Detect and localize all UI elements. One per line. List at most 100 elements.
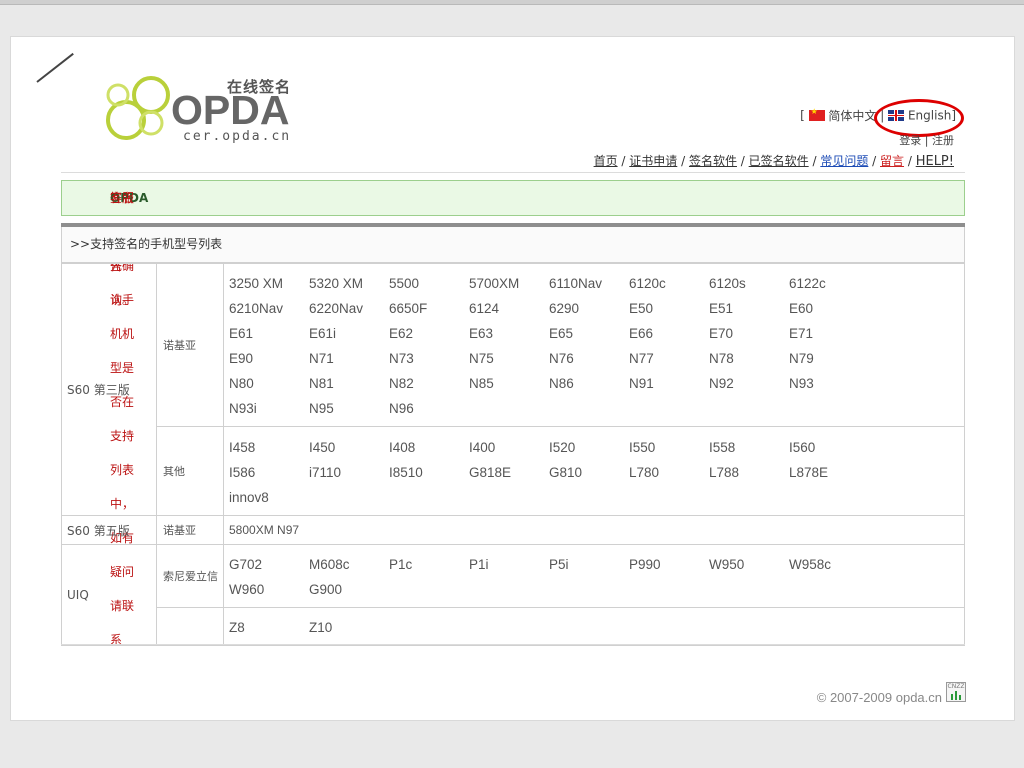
table-row: Z8 Z10: [62, 607, 965, 646]
model-name: N95: [309, 401, 334, 416]
model-name: P990: [629, 557, 661, 572]
table-row: UIQ 索尼爱立信 G702 M608c P1c P1i P5i P990 W950 W958…: [61, 544, 965, 646]
models-cell: I458 I450 I408 I400 I520 I550 I558 I560 I586 i711…: [223, 426, 965, 516]
register-link[interactable]: 注册: [932, 134, 954, 147]
nav-help[interactable]: HELP!: [916, 154, 954, 169]
model-name: 6650F: [389, 301, 428, 316]
series-cell: UIQ: [61, 544, 157, 646]
opda-logo[interactable]: 在线签名 OPDA cer.opda.cn: [99, 73, 314, 144]
model-name: E61i: [309, 326, 337, 341]
model-name: N96: [389, 401, 414, 416]
model-name: N80: [229, 376, 254, 391]
category-cell: 诺基亚: [156, 515, 224, 545]
model-name: 6124: [469, 301, 500, 316]
model-name: G900: [309, 582, 343, 597]
models-cell: 3250 XM 5320 XM 5500 5700XM 6110Nav 6120c 6120…: [223, 263, 965, 427]
model-name: N71: [309, 351, 334, 366]
supported-models-table: S60 第三版 诺基亚 3250 XM 5320 XM 5500 5700XM 6110…: [61, 263, 965, 646]
model-name: Z8: [229, 620, 245, 635]
model-name: E63: [469, 326, 494, 341]
model-name: L788: [709, 464, 740, 480]
model-name: W960: [229, 582, 265, 597]
model-name: i7110: [309, 464, 342, 480]
counter-label: CNZZ: [947, 683, 965, 690]
model-name: 3250 XM: [229, 276, 284, 291]
category-cell: 诺基亚: [156, 263, 224, 427]
model-name: I400: [469, 439, 496, 455]
model-name: 5320 XM: [309, 276, 364, 291]
model-name: E60: [789, 301, 814, 316]
nav-certificate[interactable]: 证书申请: [629, 154, 677, 168]
model-name: W958c: [789, 557, 832, 572]
model-name: N91: [629, 376, 654, 391]
model-name: I550: [629, 439, 656, 455]
model-name: innov8: [229, 489, 269, 505]
model-name: W950: [709, 557, 745, 572]
copyright: © 2007-2009 opda.cn: [816, 690, 942, 705]
model-name: I560: [789, 439, 816, 455]
model-name: P1c: [389, 557, 413, 572]
model-name: M608c: [309, 557, 350, 572]
model-name: N77: [629, 351, 654, 366]
model-grid: 3250 XM 5320 XM 5500 5700XM 6110Nav 6120c 6120…: [229, 271, 869, 421]
model-name: N78: [709, 351, 734, 366]
model-name: N86: [549, 376, 574, 391]
model-name: N81: [309, 376, 334, 391]
model-name: P5i: [549, 557, 569, 572]
model-name: G702: [229, 557, 263, 572]
logo-circles-icon: [106, 76, 170, 140]
model-name: N75: [469, 351, 494, 366]
model-name: E51: [709, 301, 734, 316]
model-name: I458: [229, 439, 256, 455]
nav-message[interactable]: 留言: [880, 154, 904, 168]
lang-chinese-link[interactable]: 简体中文: [828, 109, 876, 123]
model-name: I408: [389, 439, 416, 455]
model-name: I8510: [389, 464, 423, 480]
model-name: Z10: [309, 620, 333, 635]
window-top-edge: [0, 0, 1024, 5]
model-name: E66: [629, 326, 654, 341]
model-name: G810: [549, 464, 583, 480]
model-name: E62: [389, 326, 414, 341]
china-flag-icon: [808, 107, 825, 121]
page-container: 在线签名 OPDA cer.opda.cn [ 简体中文 | English] …: [10, 36, 1015, 721]
model-name: N92: [709, 376, 734, 391]
model-name: 6220Nav: [309, 301, 364, 316]
nav-sign-software[interactable]: 签名软件: [689, 154, 737, 168]
login-link[interactable]: 登录: [899, 134, 921, 147]
model-name: 6110Nav: [549, 276, 603, 291]
category-cell: 索尼爱立信: [156, 544, 224, 608]
category-cell: [156, 607, 224, 646]
model-name: I450: [309, 439, 336, 455]
logo-url: cer.opda.cn: [183, 129, 292, 144]
model-name: E65: [549, 326, 574, 341]
model-table-section: >>支持签名的手机型号列表 S60 第三版 诺基亚 3250 XM 5320 XM…: [61, 223, 965, 646]
model-grid: Z8 Z10: [229, 615, 869, 640]
model-name: N85: [469, 376, 494, 391]
footer-divider: [61, 644, 965, 645]
nav-home[interactable]: 首页: [594, 154, 618, 168]
logo-name: OPDA: [171, 87, 290, 133]
model-name: E70: [709, 326, 734, 341]
model-name: 5700XM: [469, 276, 520, 291]
model-name: N93: [789, 376, 814, 391]
category-cell: 其他: [156, 426, 224, 516]
account-links: 登录 | 注册: [899, 134, 954, 147]
model-name: I520: [549, 439, 576, 455]
models-cell: G702 M608c P1c P1i P5i P990 W950 W958c W960 G900: [223, 544, 965, 608]
breadcrumb: >>支持签名的手机型号列表: [61, 227, 965, 263]
cnzz-counter-icon[interactable]: CNZZ: [946, 682, 966, 702]
model-name: 6120c: [629, 276, 666, 291]
model-name: 6290: [549, 301, 580, 316]
model-name: L878E: [789, 464, 829, 480]
notice-banner: 签名前请先确认手机机型是否在支持列表中，如有疑问请联系OPDA客服人员咨询。: [61, 180, 965, 647]
model-name: N93i: [229, 401, 257, 416]
nav-faq[interactable]: 常见问题: [820, 154, 868, 168]
model-name: N73: [389, 351, 414, 366]
main-nav: 首页 / 证书申请 / 签名软件 / 已签名软件 / 常见问题 / 留言 / H…: [593, 154, 954, 169]
model-name: N82: [389, 376, 414, 391]
nav-signed-software[interactable]: 已签名软件: [749, 154, 809, 168]
model-grid: I458 I450 I408 I400 I520 I550 I558 I560 I586 i711…: [229, 435, 869, 510]
model-name: G818E: [469, 464, 512, 480]
table-row: 其他 I458 I450 I408 I400 I520 I550 I558 I560 I586 i…: [62, 426, 965, 516]
